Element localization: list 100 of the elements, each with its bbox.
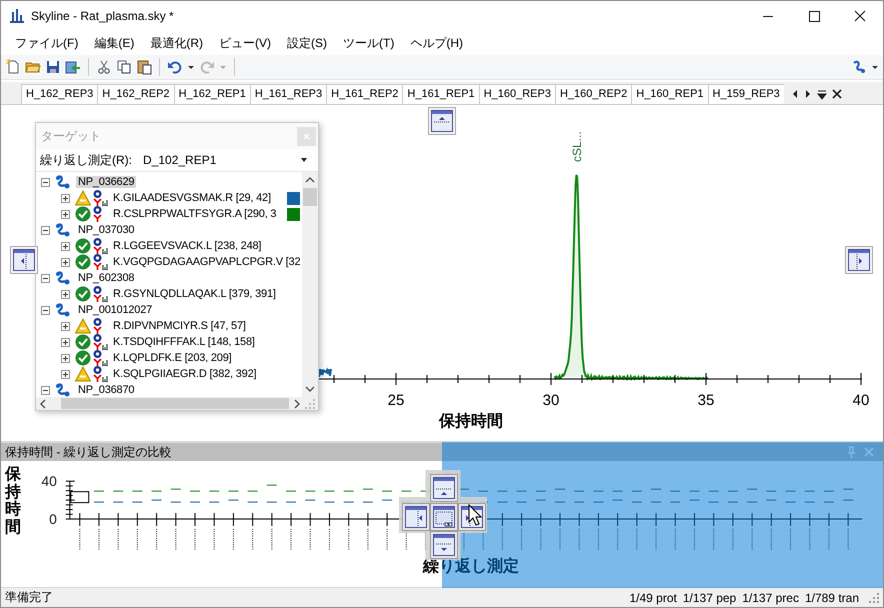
warning-icon (75, 366, 91, 382)
tree-item[interactable]: K.SQLPGIIAEGR.D [382, 392] (111, 368, 258, 380)
tree-item[interactable]: K.TSDQIHFFFAK.L [148, 158] (111, 336, 257, 348)
scroll-left-icon[interactable] (39, 398, 47, 408)
vertical-scrollbar[interactable] (302, 172, 318, 397)
document-tab[interactable]: H_162_REP1 (174, 84, 251, 104)
field-label: 繰り返し測定(R): (40, 152, 132, 168)
tree-item[interactable]: K.LQPLDFK.E [203, 209] (111, 352, 234, 364)
status-count: 1/137 pep (682, 590, 736, 604)
tree-item[interactable]: NP_602308 (76, 272, 136, 284)
tree-item[interactable]: R.DIPVNPMCIYR.S [47, 57] (111, 320, 248, 332)
protein-icon (55, 271, 71, 285)
app-logo-icon (9, 8, 25, 24)
protein-link-icon[interactable] (851, 59, 867, 75)
tree-item[interactable]: NP_036629 (76, 176, 136, 188)
menu-item[interactable]: ツール(T) (335, 32, 402, 54)
status-count: 1/49 prot (629, 590, 677, 604)
status-message: 準備完了 (5, 589, 53, 606)
dock-bottom-button[interactable] (430, 531, 458, 559)
warning-icon (75, 190, 91, 206)
expand-icon[interactable] (61, 290, 70, 298)
check-icon (75, 286, 91, 302)
tree-item[interactable]: NP_001012027 (76, 304, 154, 316)
tree-item[interactable]: R.GSYNLQDLLAQAK.L [379, 391] (111, 288, 278, 300)
status-count: 1/137 prec (742, 590, 799, 604)
collapse-icon[interactable] (41, 274, 50, 282)
tree-item[interactable]: NP_036870 (76, 384, 136, 396)
resize-grip-icon[interactable] (869, 592, 879, 602)
collapse-icon[interactable] (41, 178, 50, 186)
document-tab[interactable]: H_160_REP2 (554, 84, 632, 104)
collapse-icon[interactable] (41, 386, 50, 394)
paste-icon[interactable] (136, 59, 152, 75)
scroll-thumb[interactable] (60, 398, 290, 409)
expand-icon[interactable] (61, 242, 70, 250)
dock-top-button[interactable] (430, 474, 458, 502)
scroll-down-icon[interactable] (305, 385, 315, 393)
tree-item[interactable]: K.GILAADESVGSMAK.R [29, 42] (111, 192, 273, 204)
scroll-up-icon[interactable] (305, 176, 315, 184)
expand-icon[interactable] (61, 210, 70, 218)
document-tab[interactable]: H_160_REP1 (631, 84, 709, 104)
window-title: Skyline - Rat_plasma.sky * (31, 9, 174, 23)
tick-label: 0 (49, 511, 57, 527)
menu-item[interactable]: 最適化(R) (142, 32, 211, 54)
axis-label: 保持時間 (5, 466, 21, 538)
collapse-icon[interactable] (41, 306, 50, 314)
cursor-icon (468, 504, 482, 526)
protein-icon (55, 383, 71, 397)
expand-icon[interactable] (61, 338, 70, 346)
protein-icon (55, 223, 71, 237)
expand-icon[interactable] (61, 370, 70, 378)
collapse-icon[interactable] (41, 226, 50, 234)
expand-icon[interactable] (61, 258, 70, 266)
menu-item[interactable]: 編集(E) (86, 32, 142, 54)
horizontal-scrollbar[interactable] (36, 397, 318, 410)
resize-grip-icon[interactable] (305, 398, 315, 408)
tree-item[interactable]: R.LGGEEVSVACK.L [238, 248] (111, 240, 264, 252)
dock-right-button[interactable] (845, 246, 873, 274)
window-title: ターゲット (41, 128, 101, 144)
dock-center-button[interactable] (430, 503, 458, 531)
save-icon[interactable] (45, 59, 61, 75)
document-tab[interactable]: H_162_REP3 (21, 84, 98, 104)
document-tab[interactable]: H_159_REP3 (708, 84, 784, 104)
tick-label: 35 (698, 392, 714, 409)
check-icon (75, 254, 91, 270)
menu-item[interactable]: 設定(S) (279, 32, 335, 54)
document-tab[interactable]: H_161_REP1 (402, 84, 480, 104)
import-icon[interactable] (65, 59, 81, 75)
expand-icon[interactable] (61, 354, 70, 362)
protein-icon (55, 303, 71, 317)
y-axis (65, 480, 76, 520)
menu-item[interactable]: ヘルプ(H) (402, 32, 471, 54)
axis-label: 繰り返し測定 (422, 558, 519, 575)
dock-left-button[interactable] (10, 246, 38, 274)
pane-title: 保持時間 - 繰り返し測定の比較 (5, 444, 172, 460)
tree-item[interactable]: R.CSLPRPWALTFSYGR.A [290, 3 (111, 208, 278, 220)
menu-item[interactable]: ビュー(V) (211, 32, 279, 54)
copy-icon[interactable] (116, 59, 132, 75)
noise-trace (318, 367, 332, 378)
expand-icon[interactable] (61, 194, 70, 202)
scroll-right-icon[interactable] (293, 398, 302, 408)
scissors-icon[interactable] (96, 59, 112, 75)
menu-item[interactable]: ファイル(F) (7, 32, 86, 54)
document-tab[interactable]: H_161_REP2 (326, 84, 404, 104)
dock-left-button[interactable] (402, 503, 430, 531)
caret-icon[interactable] (300, 156, 308, 164)
check-icon (75, 206, 91, 222)
dock-top-button[interactable] (428, 107, 456, 135)
peak-label: cSL... (570, 131, 584, 162)
document-tab[interactable]: H_162_REP2 (97, 84, 175, 104)
new-document-icon[interactable] (5, 59, 21, 75)
tick-label: 40 (852, 392, 870, 409)
undo-icon[interactable] (167, 59, 183, 75)
document-tab[interactable]: H_161_REP3 (250, 84, 328, 104)
check-icon (75, 350, 91, 366)
close-icon[interactable] (830, 87, 843, 101)
expand-icon[interactable] (61, 322, 70, 330)
scroll-thumb[interactable] (303, 188, 317, 206)
document-tab[interactable]: H_160_REP3 (478, 84, 556, 104)
tree-item[interactable]: K.VGQPGDAGAAGPVAPLCPGR.V [32 (111, 256, 302, 268)
tree-item[interactable]: NP_037030 (76, 224, 136, 236)
